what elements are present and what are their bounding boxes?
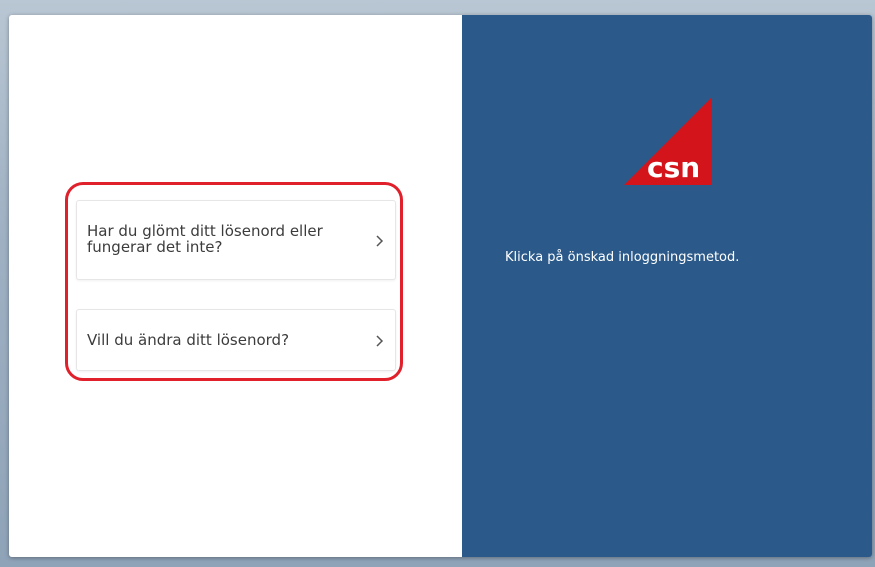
info-panel: csn Klicka på önskad inloggningsmetod. [462,15,872,557]
forgot-password-option[interactable]: Har du glömt ditt lösenord eller fungera… [76,200,396,280]
csn-logo-text: csn [647,151,700,184]
login-dialog: Har du glömt ditt lösenord eller fungera… [9,15,872,557]
csn-logo: csn [624,97,712,185]
change-password-label: Vill du ändra ditt lösenord? [87,331,290,349]
change-password-option[interactable]: Vill du ändra ditt lösenord? [76,309,396,371]
instruction-text: Klicka på önskad inloggningsmetod. [505,250,740,265]
options-panel: Har du glömt ditt lösenord eller fungera… [9,15,462,557]
forgot-password-label: Har du glömt ditt lösenord eller fungera… [87,222,323,256]
chevron-right-icon [375,333,385,347]
chevron-right-icon [375,233,385,247]
